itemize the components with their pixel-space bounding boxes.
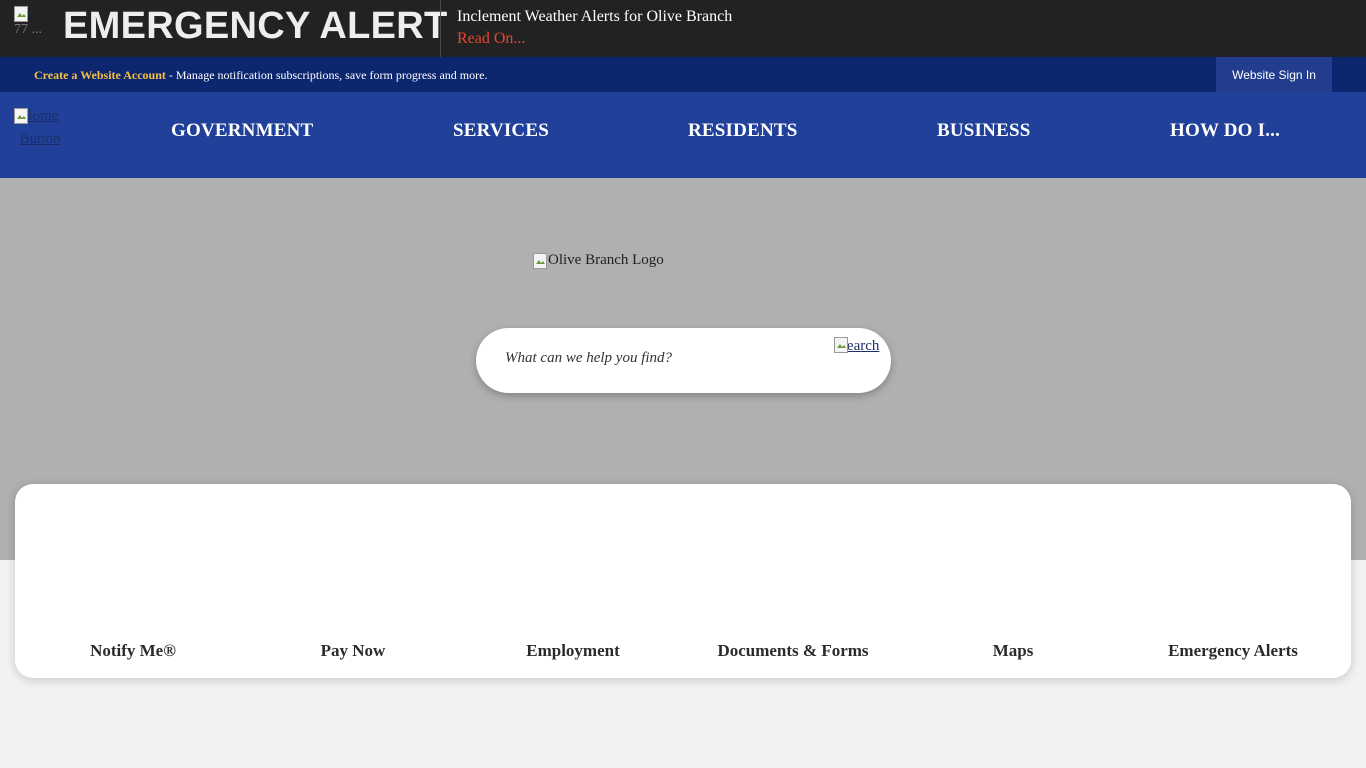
alert-divider [440,0,441,57]
nav-item-how-do-i[interactable]: HOW DO I... [1170,120,1280,142]
broken-image-icon [834,337,848,353]
read-on-link[interactable]: Read On... [457,30,525,48]
search-input[interactable] [505,350,805,367]
quick-link-pay-now[interactable]: Pay Now [243,641,463,661]
broken-image-icon [14,108,28,124]
account-text: Create a Website Account - Manage notifi… [34,68,487,83]
alert-image-alt: 77 ... [14,22,42,37]
site-logo-alt: Olive Branch Logo [548,252,664,268]
search-box: Search [476,328,891,393]
alert-image: 77 ... [14,6,54,50]
broken-image-icon [533,252,547,269]
home-button[interactable]: Home Button [14,105,66,167]
quick-link-emergency-alerts[interactable]: Emergency Alerts [1123,641,1343,661]
search-button[interactable]: Search [834,335,884,381]
emergency-alert-bar: 77 ... EMERGENCY ALERT Inclement Weather… [0,0,1366,57]
alert-message[interactable]: Inclement Weather Alerts for Olive Branc… [457,8,732,26]
website-sign-in-button[interactable]: Website Sign In [1216,57,1332,92]
account-bar: Create a Website Account - Manage notifi… [0,57,1366,92]
quick-link-documents-forms[interactable]: Documents & Forms [683,641,903,661]
quick-link-employment[interactable]: Employment [463,641,683,661]
nav-item-government[interactable]: GOVERNMENT [171,120,313,142]
account-description: - Manage notification subscriptions, sav… [165,68,488,82]
nav-item-services[interactable]: SERVICES [453,120,549,142]
main-nav: Home Button GOVERNMENT SERVICES RESIDENT… [0,92,1366,178]
nav-item-business[interactable]: BUSINESS [937,120,1030,142]
quick-link-notify-me[interactable]: Notify Me® [23,641,243,661]
create-account-link[interactable]: Create a Website Account [34,68,166,82]
nav-item-residents[interactable]: RESIDENTS [688,120,798,142]
quick-link-maps[interactable]: Maps [903,641,1123,661]
quick-links-card: Notify Me® Pay Now Employment Documents … [15,484,1351,678]
alert-title: EMERGENCY ALERT [63,5,448,47]
site-logo[interactable]: Olive Branch Logo [533,252,664,269]
broken-image-icon [14,6,28,22]
